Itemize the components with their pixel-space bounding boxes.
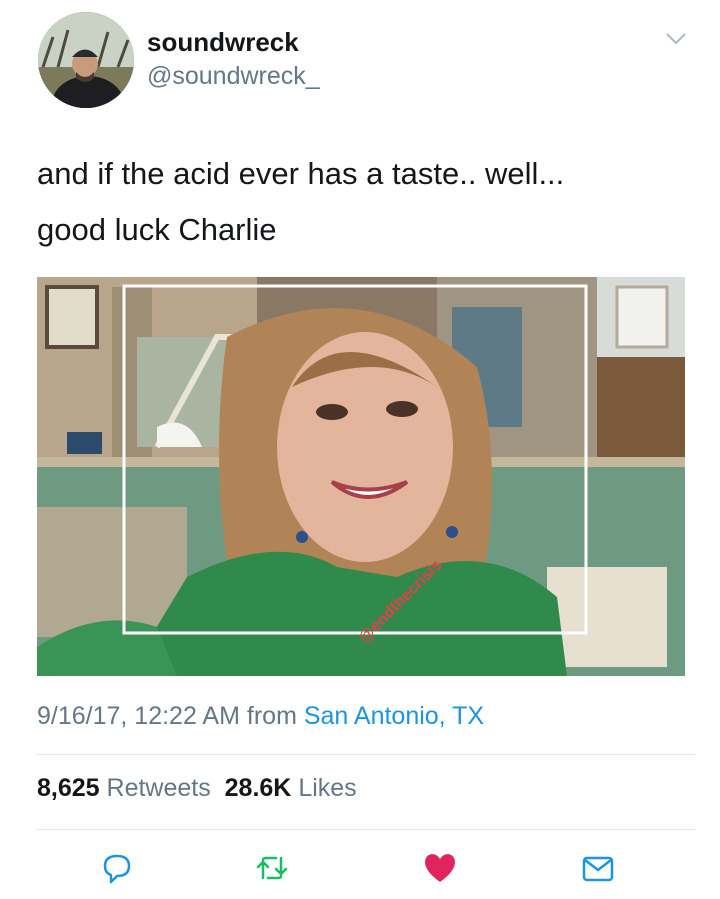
avatar[interactable] [38, 12, 134, 108]
likes-label[interactable]: Likes [298, 774, 356, 802]
heart-icon[interactable] [420, 848, 460, 888]
display-name[interactable]: soundwreck [147, 27, 299, 58]
likes-count[interactable]: 28.6K [225, 774, 292, 802]
retweets-label[interactable]: Retweets [107, 774, 211, 802]
direct-message-icon[interactable] [578, 848, 618, 888]
user-handle[interactable]: @soundwreck_ [147, 62, 320, 91]
avatar-photo [38, 12, 134, 108]
reply-icon[interactable] [97, 848, 137, 888]
divider [37, 754, 695, 755]
tweet-text-line: and if the acid ever has a taste.. well.… [37, 156, 565, 191]
engagement-stats: 8,625 Retweets 28.6K Likes [37, 774, 357, 803]
media-picture: @endthecrisis [37, 277, 685, 676]
tweet-media-image[interactable]: @endthecrisis [37, 277, 685, 676]
divider [37, 829, 695, 830]
from-label: from [246, 702, 297, 730]
location-link[interactable]: San Antonio, TX [304, 702, 484, 730]
retweet-icon[interactable] [252, 848, 292, 888]
chevron-down-icon[interactable] [664, 30, 688, 48]
retweets-count[interactable]: 8,625 [37, 774, 100, 802]
tweet-timestamp: 9/16/17, 12:22 AM from San Antonio, TX [37, 702, 484, 731]
tweet-text-line: good luck Charlie [37, 212, 277, 247]
tweet-text: and if the acid ever has a taste.. well.… [37, 146, 697, 258]
tweet-date: 9/16/17, 12:22 AM [37, 702, 240, 730]
